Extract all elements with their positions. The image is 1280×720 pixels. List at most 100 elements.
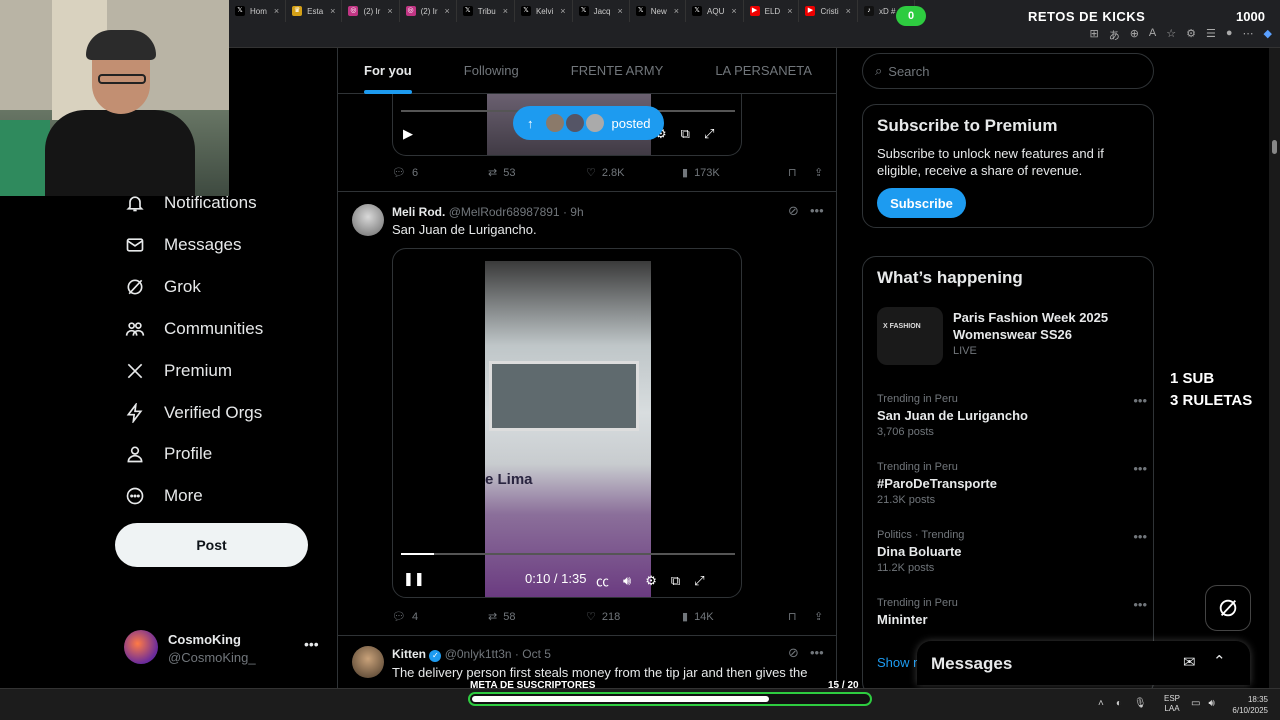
favorites-list-icon[interactable]: ☰ [1206,27,1216,43]
share-icon[interactable]: ⇪ [814,166,823,179]
avatar[interactable] [352,646,384,678]
volume-icon[interactable]: 🔊︎ [623,573,631,589]
close-tab-icon[interactable]: × [787,6,792,16]
repost-button[interactable]: ⇄ 58 [488,610,586,624]
tab-la-persaneta[interactable]: LA PERSANETA [715,63,812,78]
pip-icon[interactable]: ⧉ [681,126,690,142]
subscribe-button[interactable]: Subscribe [877,188,966,218]
browser-tab[interactable]: 𝕏 Tribu × [457,0,515,22]
sidebar-item-communities[interactable]: Communities [124,318,263,340]
author-handle[interactable]: @0nlyk1tt3n [445,647,512,661]
author-name[interactable]: Meli Rod. [392,205,445,219]
settings-icon[interactable]: ⚙ [645,573,657,589]
profile-avatar-icon[interactable]: ● [1226,27,1233,43]
captions-icon[interactable]: ㏄ [596,571,609,590]
like-button[interactable]: ♡ 2.8K [586,166,682,180]
close-tab-icon[interactable]: × [503,6,508,16]
author-name[interactable]: Kitten [392,647,426,661]
messages-drawer[interactable]: Messages ✉ ⌃ [917,641,1250,685]
author-handle[interactable]: @MelRodr68987891 [449,205,560,219]
tab-for-you[interactable]: For you [364,63,412,94]
more-dots-icon[interactable]: ••• [1133,529,1147,544]
tab-frente-army[interactable]: FRENTE ARMY [571,63,663,78]
more-dots-icon[interactable]: ••• [1133,393,1147,408]
event-thumbnail[interactable]: X FASHION [877,307,943,365]
browser-tab[interactable]: 𝕏 Hom × [229,0,287,22]
pause-icon[interactable]: ❚❚ [403,571,425,587]
chevron-up-icon[interactable]: ˄ [1098,698,1104,709]
grok-float-button[interactable] [1205,585,1251,631]
more-dots-icon[interactable]: ••• [1133,461,1147,476]
close-tab-icon[interactable]: × [444,6,449,16]
close-tab-icon[interactable]: × [731,6,736,16]
sidebar-item-premium[interactable]: Premium [124,360,232,382]
video-progress-bar[interactable] [401,553,735,555]
more-dots-icon[interactable]: ••• [304,636,319,652]
browser-tab[interactable]: 𝕏 Jacq × [573,0,630,22]
close-tab-icon[interactable]: × [330,6,335,16]
sidebar-item-verified-orgs[interactable]: Verified Orgs [124,402,262,424]
views-button[interactable]: ▮ 173K [682,166,788,180]
tab-following[interactable]: Following [464,63,519,78]
browser-tab[interactable]: ♛ Esta × [286,0,343,22]
trend-item[interactable]: Politics · Trending Dina Boluarte 11.2K … [877,529,1147,574]
close-tab-icon[interactable]: × [617,6,622,16]
views-button[interactable]: ▮ 14K [682,610,788,624]
more-dots-icon[interactable]: ••• [810,645,824,660]
sidebar-item-messages[interactable]: Messages [124,234,241,256]
translate-icon[interactable]: あ [1109,27,1120,43]
more-dots-icon[interactable]: ••• [810,203,824,218]
fullscreen-icon[interactable]: ⤢ [704,126,714,142]
search-input[interactable]: ⌕ Search [862,53,1154,89]
clock[interactable]: 18:35 6/10/2025 [1226,694,1268,716]
reply-button[interactable]: 💬︎ 4 [392,610,488,624]
app-tray-icon[interactable]: ◐ [1116,698,1122,709]
play-icon[interactable]: ▶ [403,126,413,142]
browser-tab[interactable]: 𝕏 AQU × [686,0,744,22]
close-tab-icon[interactable]: × [674,6,679,16]
extensions-icon[interactable]: ⚙ [1186,27,1196,43]
browser-tab[interactable]: ◎ (2) Ir × [342,0,400,22]
bookmark-icon[interactable]: ⊓ [788,610,814,623]
sidebar-item-more[interactable]: More [124,485,203,507]
browser-tab[interactable]: ◎ (2) Ir × [400,0,457,22]
expand-icon[interactable]: ⌃ [1213,652,1226,670]
close-tab-icon[interactable]: × [846,6,851,16]
account-switcher[interactable]: CosmoKing @CosmoKing_ ••• [124,630,324,670]
page-scrollbar[interactable] [1269,48,1280,688]
close-tab-icon[interactable]: × [560,6,565,16]
zoom-icon[interactable]: ⊕ [1130,27,1139,43]
avatar[interactable] [352,204,384,236]
new-posts-pill[interactable]: ↑ posted [513,106,664,140]
post-button[interactable]: Post [115,523,308,567]
mic-icon[interactable]: 🎙︎ [1134,698,1147,709]
install-icon[interactable]: ⊞ [1089,27,1098,43]
post-video[interactable]: e Lima ❚❚ 0:10 / 1:35 ㏄ 🔊︎ ⚙ ⧉ ⤢ [392,248,742,598]
event-title[interactable]: Paris Fashion Week 2025 Womenswear SS26 [953,309,1143,343]
browser-tab[interactable]: ▶ Cristi × [799,0,858,22]
grok-icon[interactable]: ⊘ [788,645,799,661]
new-message-icon[interactable]: ✉ [1183,653,1196,671]
trend-item[interactable]: Trending in Peru Mininter ••• [877,597,1147,627]
read-aloud-icon[interactable]: A [1149,27,1156,43]
favorite-icon[interactable]: ☆ [1166,27,1176,43]
reply-button[interactable]: 💬︎ 6 [392,166,488,180]
bookmark-icon[interactable]: ⊓ [788,166,814,179]
trend-item[interactable]: Trending in Peru #ParoDeTransporte 21.3K… [877,461,1147,506]
share-icon[interactable]: ⇪ [814,610,823,623]
fullscreen-icon[interactable]: ⤢ [694,573,704,589]
more-dots-icon[interactable]: ••• [1133,597,1147,612]
scrollbar-thumb[interactable] [1272,140,1277,154]
repost-button[interactable]: ⇄ 53 [488,166,586,180]
sidebar-item-profile[interactable]: Profile [124,443,212,465]
like-button[interactable]: ♡ 218 [586,610,682,624]
copilot-icon[interactable]: ◆ [1264,27,1272,43]
volume-icon[interactable]: 🔊︎ [1208,698,1214,709]
pip-icon[interactable]: ⧉ [671,573,680,589]
menu-dots-icon[interactable]: ⋯ [1243,27,1254,43]
grok-icon[interactable]: ⊘ [788,203,799,219]
sidebar-item-grok[interactable]: Grok [124,276,201,298]
browser-tab[interactable]: 𝕏 Kelvi × [515,0,573,22]
browser-tab[interactable]: ▶ ELD × [744,0,800,22]
browser-tab[interactable]: 𝕏 New × [630,0,687,22]
